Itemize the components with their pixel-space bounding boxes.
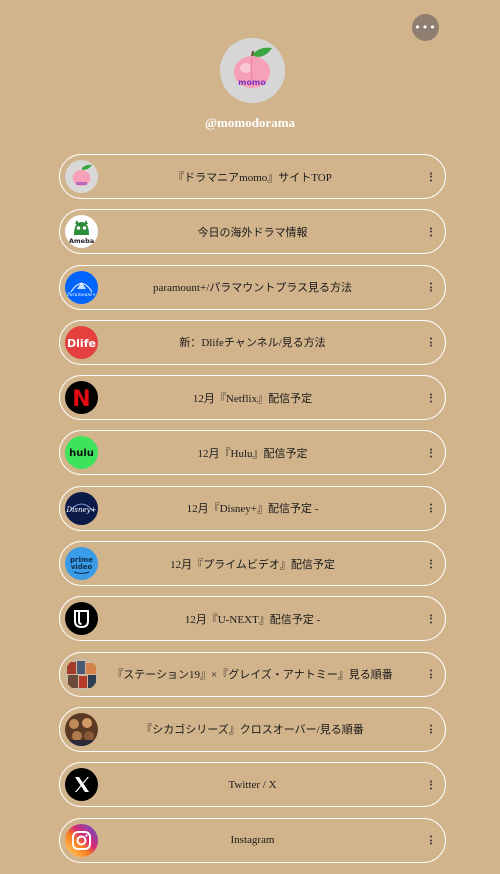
link-station19-greys-anatomy[interactable]: 『ステーション19』×『グレイズ・アナトミー』見る順番 bbox=[59, 651, 446, 697]
link-instagram[interactable]: Instagram bbox=[59, 817, 446, 863]
disney-icon-text: Disney+ bbox=[66, 506, 97, 514]
link-netflix[interactable]: N 12月『Netflix』配信予定 bbox=[59, 375, 446, 421]
ameba-icon: Ameba bbox=[65, 215, 98, 249]
paramount-plus-icon: Paramount+ bbox=[65, 270, 98, 304]
dlife-icon: Dlife bbox=[65, 325, 98, 359]
link-u-next[interactable]: 12月『U-NEXT』配信予定 - bbox=[59, 596, 446, 642]
link-label: 新：Dlifeチャンネル/見る方法 bbox=[179, 337, 326, 350]
link-menu-icon[interactable] bbox=[426, 559, 436, 569]
instagram-icon bbox=[65, 823, 98, 857]
link-paramount-plus[interactable]: Paramount+ paramount+/パラマウントプラス見る方法 bbox=[59, 264, 446, 310]
u-next-icon bbox=[65, 602, 98, 636]
peach-logo: momo bbox=[220, 38, 285, 103]
link-menu-icon[interactable] bbox=[426, 337, 436, 347]
hulu-icon-text: hulu bbox=[69, 448, 94, 459]
link-disney-plus[interactable]: Disney+ 12月『Disney+』配信予定 - bbox=[59, 485, 446, 531]
netflix-icon: N bbox=[65, 381, 98, 415]
dlife-icon-text: Dlife bbox=[67, 337, 96, 350]
link-menu-icon[interactable] bbox=[426, 614, 436, 624]
link-ameba-blog[interactable]: Ameba 今日の海外ドラマ情報 bbox=[59, 209, 446, 255]
ellipsis-icon: ••• bbox=[414, 21, 437, 34]
ameba-icon-text: Ameba bbox=[69, 237, 94, 245]
prime-video-icon: prime video bbox=[65, 547, 98, 581]
link-dlife-channel[interactable]: Dlife 新：Dlifeチャンネル/見る方法 bbox=[59, 319, 446, 365]
link-menu-icon[interactable] bbox=[426, 393, 436, 403]
link-label: 12月『Hulu』配信予定 bbox=[197, 447, 308, 460]
link-label: paramount+/パラマウントプラス見る方法 bbox=[152, 282, 353, 295]
link-label: 『シカゴシリーズ』クロスオーバー/見る順番 bbox=[141, 724, 364, 737]
link-hulu[interactable]: hulu 12月『Hulu』配信予定 bbox=[59, 430, 446, 476]
disney-plus-icon: Disney+ bbox=[65, 491, 98, 525]
link-twitter-x[interactable]: Twitter / X bbox=[59, 762, 446, 808]
svg-text:video: video bbox=[71, 563, 93, 571]
link-label: 12月『U-NEXT』配信予定 - bbox=[184, 613, 321, 626]
link-menu-icon[interactable] bbox=[426, 282, 436, 292]
link-menu-icon[interactable] bbox=[426, 227, 436, 237]
link-menu-icon[interactable] bbox=[426, 448, 436, 458]
link-label: 『ステーション19』×『グレイズ・アナトミー』見る順番 bbox=[112, 669, 393, 682]
link-label: Twitter / X bbox=[228, 778, 277, 791]
avatar-logo-text: momo bbox=[238, 78, 266, 87]
link-label: 『ドラマニアmomo』サイトTOP bbox=[173, 171, 332, 184]
chicago-series-thumbnail-icon bbox=[65, 712, 98, 746]
link-menu-icon[interactable] bbox=[426, 724, 436, 734]
profile-handle: @momodorama bbox=[204, 115, 296, 130]
link-prime-video[interactable]: prime video 12月『プライムビデオ』配信予定 bbox=[59, 541, 446, 587]
link-label: Instagram bbox=[230, 834, 275, 847]
link-dramania-site-top[interactable]: 『ドラマニアmomo』サイトTOP bbox=[59, 154, 446, 199]
link-label: 今日の海外ドラマ情報 bbox=[197, 226, 308, 239]
link-menu-icon[interactable] bbox=[426, 835, 436, 845]
paramount-icon-text: Paramount+ bbox=[66, 292, 96, 298]
link-list: 『ドラマニアmomo』サイトTOP Ameba 今日の海外ドラマ情報 Param… bbox=[59, 154, 446, 873]
link-menu-icon[interactable] bbox=[426, 669, 436, 679]
link-label: 12月『Netflix』配信予定 bbox=[192, 392, 313, 405]
hulu-icon: hulu bbox=[65, 436, 98, 470]
station19-thumbnail-icon bbox=[65, 657, 98, 691]
link-chicago-series[interactable]: 『シカゴシリーズ』クロスオーバー/見る順番 bbox=[59, 706, 446, 752]
link-menu-icon[interactable] bbox=[426, 172, 436, 181]
profile-avatar: momo bbox=[220, 38, 285, 103]
peach-logo-icon bbox=[65, 160, 98, 193]
netflix-icon-text: N bbox=[72, 387, 90, 412]
more-options-button[interactable]: ••• bbox=[412, 14, 439, 41]
link-label: 12月『Disney+』配信予定 - bbox=[186, 503, 319, 516]
link-menu-icon[interactable] bbox=[426, 780, 436, 790]
link-menu-icon[interactable] bbox=[426, 503, 436, 513]
link-label: 12月『プライムビデオ』配信予定 bbox=[170, 558, 335, 571]
x-logo-icon bbox=[65, 768, 98, 802]
